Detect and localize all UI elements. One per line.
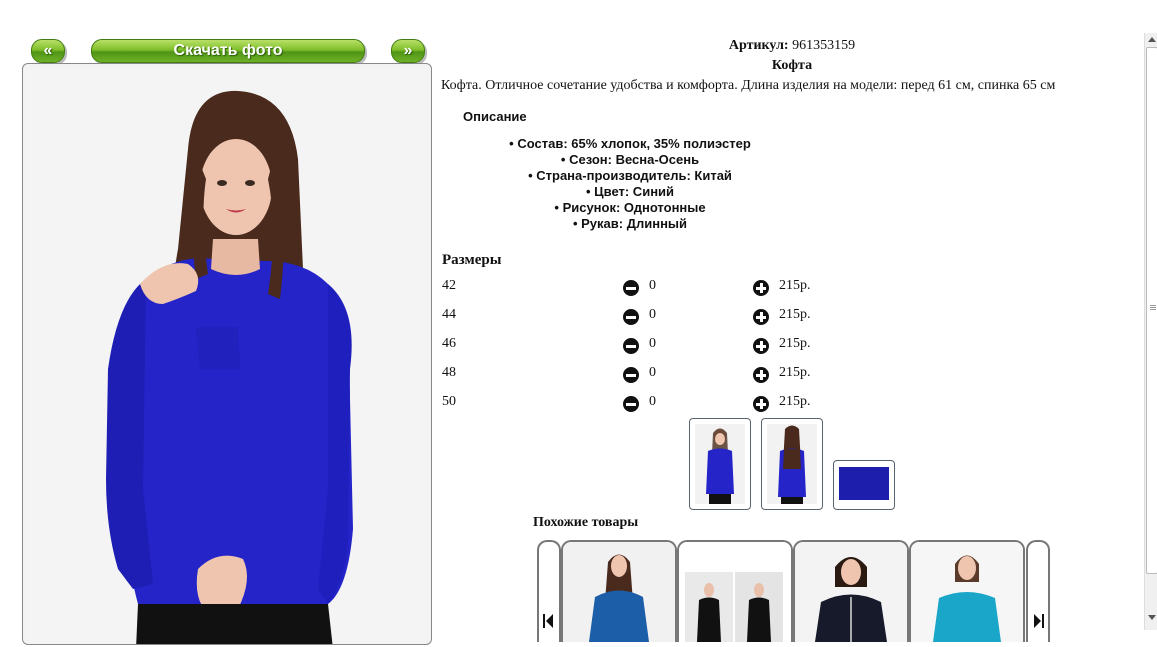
carousel-next-button[interactable] — [1026, 540, 1050, 642]
download-photo-button[interactable]: Скачать фото — [91, 39, 365, 63]
product-name: Кофта — [771, 58, 813, 73]
price-value: 215р. — [779, 278, 811, 293]
scroll-up-arrow-icon[interactable] — [1148, 37, 1156, 42]
minus-circle-icon[interactable] — [623, 367, 639, 383]
similar-product-image — [563, 542, 675, 642]
similar-product-image — [911, 542, 1023, 642]
size-row: 42 0 215р. — [442, 278, 842, 298]
similar-product-card[interactable] — [793, 540, 909, 642]
thumbnail-back-image — [767, 424, 817, 504]
similar-product-card[interactable] — [677, 540, 793, 642]
thumbnail-front-image — [695, 424, 745, 504]
property-item: Страна-производитель: Китай — [440, 168, 820, 184]
size-value: 44 — [442, 307, 456, 322]
quantity-value: 0 — [649, 336, 656, 351]
properties-list: Состав: 65% хлопок, 35% полиэстер Сезон:… — [440, 136, 820, 232]
price-value: 215р. — [779, 336, 811, 351]
next-photo-button[interactable]: » — [391, 39, 425, 63]
similar-product-image — [795, 542, 907, 642]
size-value: 42 — [442, 278, 456, 293]
plus-circle-icon[interactable] — [753, 280, 769, 296]
price-value: 215р. — [779, 365, 811, 380]
sizes-title: Размеры — [442, 252, 502, 268]
minus-circle-icon[interactable] — [623, 338, 639, 354]
property-item: Состав: 65% хлопок, 35% полиэстер — [440, 136, 820, 152]
size-row: 46 0 215р. — [442, 336, 842, 356]
skip-first-icon — [543, 614, 553, 628]
property-item: Сезон: Весна-Осень — [440, 152, 820, 168]
similar-title: Похожие товары — [533, 515, 639, 530]
scroll-down-arrow-icon[interactable] — [1148, 615, 1156, 620]
similar-product-card[interactable] — [561, 540, 677, 642]
article-line: Артикул: 961353159 — [440, 36, 1144, 56]
vertical-scrollbar[interactable] — [1144, 33, 1157, 630]
price-value: 215р. — [779, 394, 811, 409]
property-item: Рукав: Длинный — [440, 216, 820, 232]
scrollbar-thumb[interactable] — [1146, 47, 1157, 574]
similar-product-image — [679, 542, 791, 642]
size-row: 50 0 215р. — [442, 394, 842, 414]
main-photo-frame — [22, 63, 432, 645]
minus-circle-icon[interactable] — [623, 396, 639, 412]
quantity-value: 0 — [649, 365, 656, 380]
similar-product-card[interactable] — [909, 540, 1025, 642]
price-value: 215р. — [779, 307, 811, 322]
size-value: 46 — [442, 336, 456, 351]
size-row: 44 0 215р. — [442, 307, 842, 327]
quantity-value: 0 — [649, 278, 656, 293]
quantity-value: 0 — [649, 394, 656, 409]
thumbnail-front[interactable] — [689, 418, 751, 510]
article-value: 961353159 — [792, 38, 856, 53]
prev-photo-button[interactable]: « — [31, 39, 65, 63]
skip-last-icon — [1034, 614, 1044, 628]
minus-circle-icon[interactable] — [623, 280, 639, 296]
thumbnail-fabric[interactable] — [833, 460, 895, 510]
property-item: Цвет: Синий — [440, 184, 820, 200]
article-label: Артикул: — [728, 38, 789, 53]
thumbnail-fabric-image — [839, 467, 889, 500]
grip-icon — [1150, 305, 1156, 306]
plus-circle-icon[interactable] — [753, 367, 769, 383]
carousel-prev-button[interactable] — [537, 540, 561, 642]
minus-circle-icon[interactable] — [623, 309, 639, 325]
plus-circle-icon[interactable] — [753, 396, 769, 412]
quantity-value: 0 — [649, 307, 656, 322]
product-info: Артикул: 961353159 Кофта Кофта. Отличное… — [440, 36, 1144, 412]
property-item: Рисунок: Однотонные — [440, 200, 820, 216]
main-product-photo[interactable] — [28, 69, 426, 645]
description-title: Описание — [463, 109, 527, 124]
size-value: 48 — [442, 365, 456, 380]
plus-circle-icon[interactable] — [753, 309, 769, 325]
plus-circle-icon[interactable] — [753, 338, 769, 354]
size-value: 50 — [442, 394, 456, 409]
product-summary: Кофта. Отличное сочетание удобства и ком… — [441, 78, 1056, 93]
size-row: 48 0 215р. — [442, 365, 842, 385]
thumbnail-back[interactable] — [761, 418, 823, 510]
